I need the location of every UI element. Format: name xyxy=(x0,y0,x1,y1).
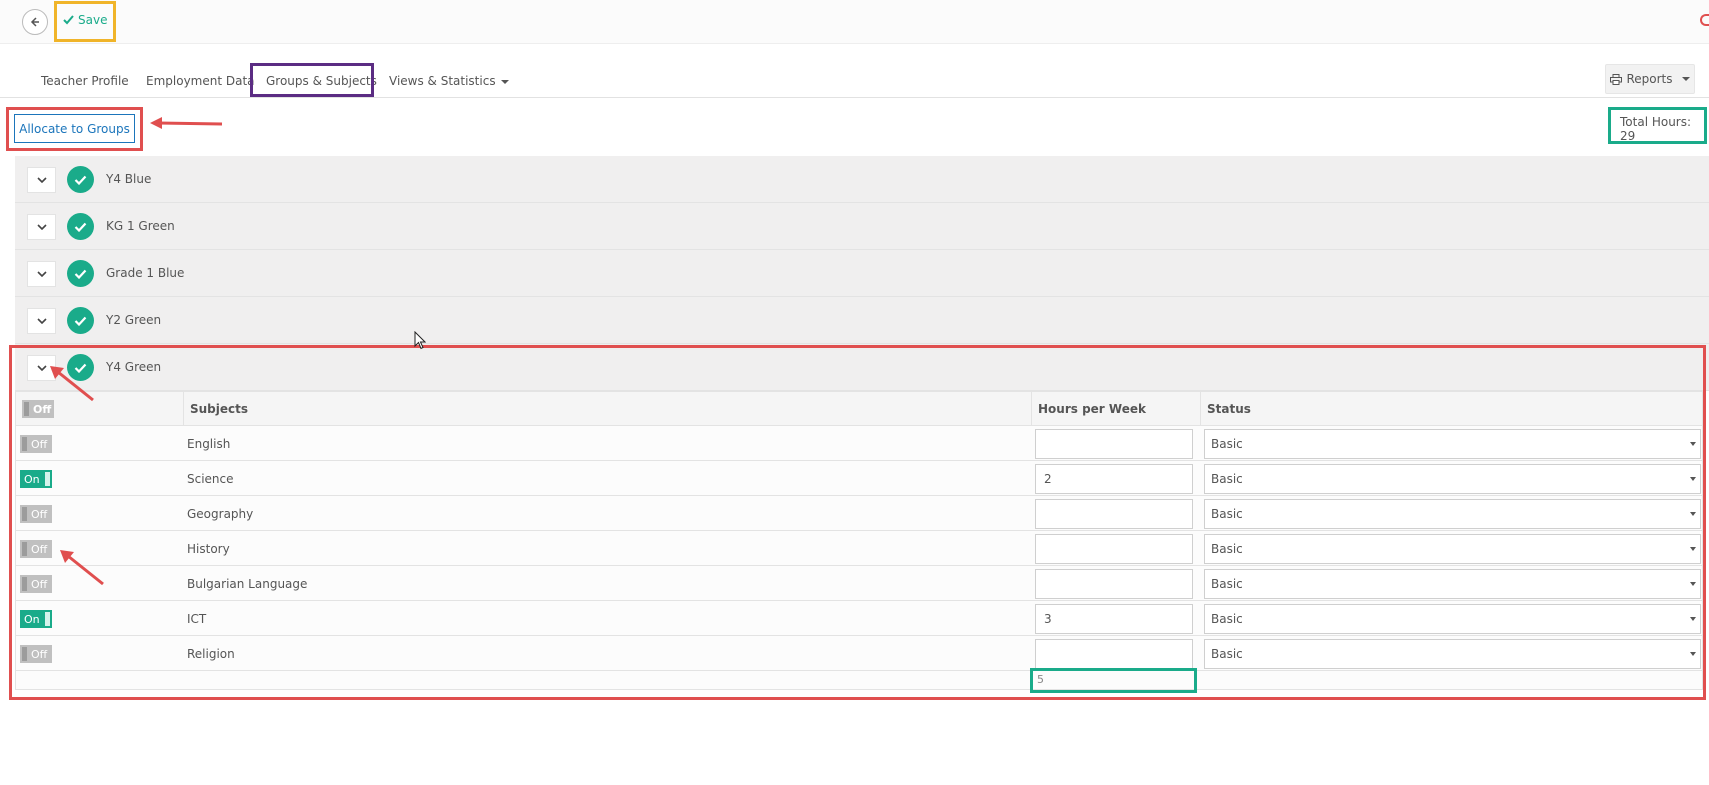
tab-teacher-profile[interactable]: Teacher Profile xyxy=(41,74,129,88)
expand-toggle-button[interactable] xyxy=(27,214,56,240)
printer-icon xyxy=(1610,73,1623,85)
check-circle-icon xyxy=(67,307,94,334)
expand-toggle-button[interactable] xyxy=(27,167,56,193)
group-name: Grade 1 Blue xyxy=(106,266,185,280)
check-circle-icon xyxy=(67,213,94,240)
highlight-groups-tab xyxy=(250,63,374,97)
group-name: Y2 Green xyxy=(106,313,162,327)
highlight-expanded-group xyxy=(9,345,1706,700)
expand-toggle-button[interactable] xyxy=(27,261,56,287)
caret-down-icon xyxy=(500,79,509,84)
chevron-down-icon xyxy=(36,177,47,183)
highlight-total-hours xyxy=(1608,107,1707,144)
group-row: Y4 Blue xyxy=(15,156,1709,203)
caret-down-icon xyxy=(1681,77,1690,81)
toolbar xyxy=(0,98,1709,156)
group-name: KG 1 Green xyxy=(106,219,175,233)
group-row: Grade 1 Blue xyxy=(15,250,1709,297)
chevron-down-icon xyxy=(36,224,47,230)
tab-employment-data[interactable]: Employment Data xyxy=(146,74,255,88)
chevron-down-icon xyxy=(36,271,47,277)
mouse-cursor-icon xyxy=(414,331,426,350)
close-icon[interactable] xyxy=(1700,14,1709,26)
check-circle-icon xyxy=(67,166,94,193)
highlight-allocate-button xyxy=(6,107,143,151)
top-bar: Save xyxy=(0,0,1709,44)
tab-views-statistics-label: Views & Statistics xyxy=(389,74,496,88)
reports-button[interactable]: Reports xyxy=(1605,64,1695,94)
chevron-down-icon xyxy=(36,318,47,324)
tab-views-statistics[interactable]: Views & Statistics xyxy=(389,74,509,88)
highlight-hours-total xyxy=(1030,668,1197,693)
arrow-left-icon xyxy=(30,17,39,27)
reports-label: Reports xyxy=(1626,72,1673,86)
highlight-save-button xyxy=(54,1,116,42)
group-name: Y4 Blue xyxy=(106,172,152,186)
back-button[interactable] xyxy=(22,9,48,35)
expand-toggle-button[interactable] xyxy=(27,308,56,334)
group-row: Y2 Green xyxy=(15,297,1709,344)
check-circle-icon xyxy=(67,260,94,287)
group-row: KG 1 Green xyxy=(15,203,1709,250)
